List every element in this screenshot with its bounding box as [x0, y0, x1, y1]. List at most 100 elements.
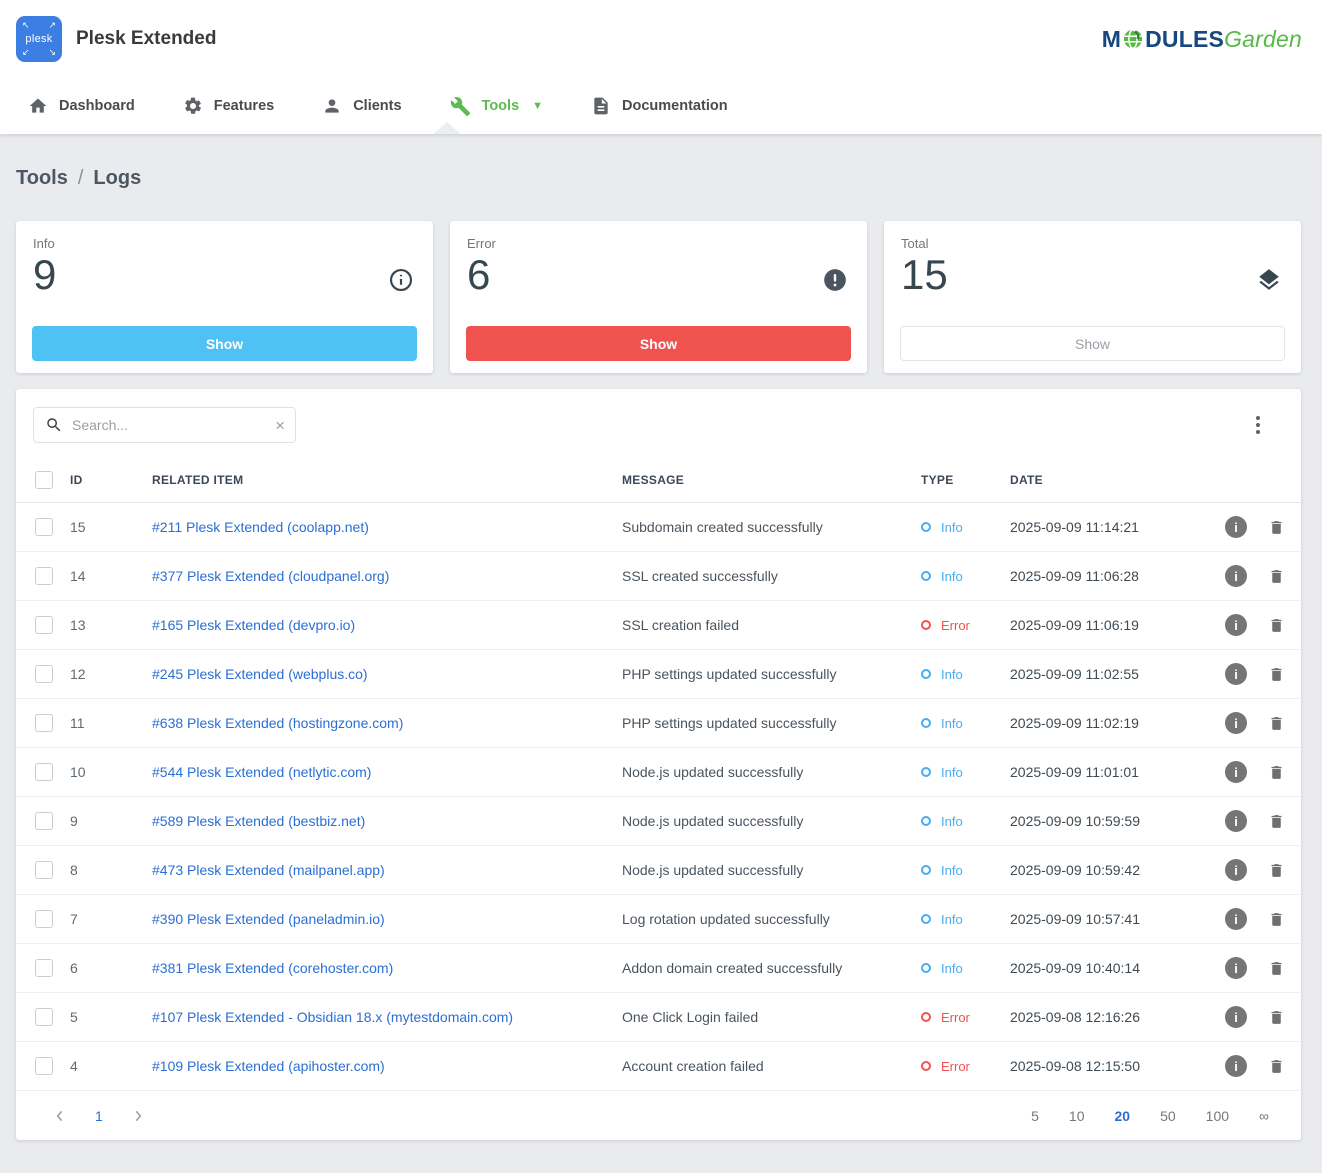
row-details-icon[interactable]: i	[1225, 516, 1247, 538]
trash-icon[interactable]	[1268, 1008, 1285, 1027]
globe-icon	[1122, 28, 1144, 50]
page-size-100[interactable]: 100	[1206, 1108, 1229, 1124]
search-input[interactable]	[72, 417, 266, 433]
related-item-link[interactable]: #377 Plesk Extended (cloudpanel.org)	[152, 568, 389, 584]
show-error-logs-button[interactable]: Show	[466, 326, 851, 361]
page-size-20[interactable]: 20	[1115, 1108, 1131, 1124]
column-header-id: ID	[70, 473, 152, 487]
row-checkbox[interactable]	[35, 1008, 53, 1026]
row-details-icon[interactable]: i	[1225, 810, 1247, 832]
nav-item-clients[interactable]: Clients	[298, 78, 425, 134]
related-item-link[interactable]: #211 Plesk Extended (coolapp.net)	[152, 519, 369, 535]
stat-card-total: Total 15 Show	[884, 221, 1301, 373]
related-item-link[interactable]: #165 Plesk Extended (devpro.io)	[152, 617, 355, 633]
page-size-5[interactable]: 5	[1031, 1108, 1039, 1124]
error-icon	[822, 267, 848, 298]
row-details-icon[interactable]: i	[1225, 614, 1247, 636]
log-date: 2025-09-08 12:15:50	[1010, 1058, 1195, 1074]
show-info-logs-button[interactable]: Show	[32, 326, 417, 361]
logs-table-card: × ID RELATED ITEM MESSAGE TYPE DATE 15 #…	[16, 389, 1301, 1140]
next-page-icon[interactable]	[130, 1108, 146, 1124]
related-item-link[interactable]: #638 Plesk Extended (hostingzone.com)	[152, 715, 403, 731]
row-checkbox[interactable]	[35, 910, 53, 928]
trash-icon[interactable]	[1268, 959, 1285, 978]
wrench-icon	[450, 96, 471, 117]
row-details-icon[interactable]: i	[1225, 761, 1247, 783]
row-details-icon[interactable]: i	[1225, 565, 1247, 587]
row-details-icon[interactable]: i	[1225, 663, 1247, 685]
row-checkbox[interactable]	[35, 861, 53, 879]
main-nav: Dashboard Features Clients Tools ▼ Docum…	[0, 78, 1322, 134]
type-label: Info	[941, 667, 963, 682]
row-details-icon[interactable]: i	[1225, 712, 1247, 734]
document-icon	[591, 96, 611, 116]
page-size-50[interactable]: 50	[1160, 1108, 1176, 1124]
clear-search-icon[interactable]: ×	[275, 417, 285, 434]
trash-icon[interactable]	[1268, 616, 1285, 635]
brand-m: M	[1102, 26, 1121, 53]
trash-icon[interactable]	[1268, 763, 1285, 782]
nav-item-dashboard[interactable]: Dashboard	[4, 78, 159, 134]
table-row: 14 #377 Plesk Extended (cloudpanel.org) …	[16, 552, 1301, 601]
trash-icon[interactable]	[1268, 665, 1285, 684]
table-options-menu-icon[interactable]	[1252, 412, 1264, 438]
related-item-link[interactable]: #245 Plesk Extended (webplus.co)	[152, 666, 368, 682]
type-ring-icon	[921, 571, 931, 581]
row-checkbox[interactable]	[35, 1057, 53, 1075]
type-label: Error	[941, 618, 970, 633]
row-details-icon[interactable]: i	[1225, 1006, 1247, 1028]
nav-item-features[interactable]: Features	[159, 78, 298, 134]
row-details-icon[interactable]: i	[1225, 1055, 1247, 1077]
active-tab-notch	[433, 122, 461, 134]
related-item-link[interactable]: #473 Plesk Extended (mailpanel.app)	[152, 862, 385, 878]
brand-garden: Garden	[1224, 26, 1302, 53]
row-details-icon[interactable]: i	[1225, 957, 1247, 979]
page-size-10[interactable]: 10	[1069, 1108, 1085, 1124]
nav-item-documentation[interactable]: Documentation	[567, 78, 752, 134]
select-all-checkbox[interactable]	[35, 471, 53, 489]
log-date: 2025-09-09 11:01:01	[1010, 764, 1195, 780]
column-header-message: MESSAGE	[622, 473, 921, 487]
trash-icon[interactable]	[1268, 714, 1285, 733]
row-checkbox[interactable]	[35, 665, 53, 683]
row-checkbox[interactable]	[35, 812, 53, 830]
trash-icon[interactable]	[1268, 567, 1285, 586]
row-checkbox[interactable]	[35, 714, 53, 732]
type-ring-icon	[921, 1012, 931, 1022]
page-size-selector: 5 10 20 50 100 ∞	[1031, 1108, 1269, 1124]
trash-icon[interactable]	[1268, 910, 1285, 929]
related-item-link[interactable]: #107 Plesk Extended - Obsidian 18.x (myt…	[152, 1009, 513, 1025]
log-id: 7	[70, 911, 152, 927]
row-checkbox[interactable]	[35, 959, 53, 977]
table-row: 8 #473 Plesk Extended (mailpanel.app) No…	[16, 846, 1301, 895]
trash-icon[interactable]	[1268, 812, 1285, 831]
related-item-link[interactable]: #390 Plesk Extended (paneladmin.io)	[152, 911, 385, 927]
row-checkbox[interactable]	[35, 567, 53, 585]
stats-row: Info 9 Show Error 6 Show Total 15 Show	[16, 221, 1301, 373]
row-details-icon[interactable]: i	[1225, 908, 1247, 930]
type-badge: Error	[921, 1010, 1010, 1025]
related-item-link[interactable]: #544 Plesk Extended (netlytic.com)	[152, 764, 371, 780]
row-checkbox[interactable]	[35, 763, 53, 781]
related-item-link[interactable]: #381 Plesk Extended (corehoster.com)	[152, 960, 393, 976]
current-page[interactable]: 1	[95, 1108, 103, 1124]
log-id: 10	[70, 764, 152, 780]
previous-page-icon[interactable]	[52, 1108, 68, 1124]
trash-icon[interactable]	[1268, 1057, 1285, 1076]
plesk-logo-text: plesk	[25, 33, 52, 45]
log-date: 2025-09-09 11:06:28	[1010, 568, 1195, 584]
table-row: 6 #381 Plesk Extended (corehoster.com) A…	[16, 944, 1301, 993]
page-size-all[interactable]: ∞	[1259, 1108, 1269, 1124]
trash-icon[interactable]	[1268, 861, 1285, 880]
log-date: 2025-09-09 10:40:14	[1010, 960, 1195, 976]
row-checkbox[interactable]	[35, 616, 53, 634]
trash-icon[interactable]	[1268, 518, 1285, 537]
chevron-down-icon: ▼	[532, 100, 543, 112]
related-item-link[interactable]: #589 Plesk Extended (bestbiz.net)	[152, 813, 365, 829]
row-details-icon[interactable]: i	[1225, 859, 1247, 881]
table-row: 12 #245 Plesk Extended (webplus.co) PHP …	[16, 650, 1301, 699]
row-checkbox[interactable]	[35, 518, 53, 536]
breadcrumb-section[interactable]: Tools	[16, 167, 68, 190]
related-item-link[interactable]: #109 Plesk Extended (apihoster.com)	[152, 1058, 385, 1074]
search-icon	[45, 416, 63, 434]
